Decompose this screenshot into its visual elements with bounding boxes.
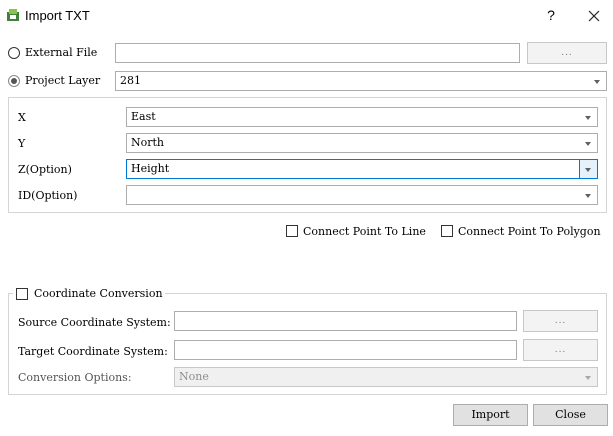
- chevron-down-icon: [585, 168, 591, 172]
- close-button[interactable]: Close: [533, 404, 608, 426]
- external-file-browse-button[interactable]: ...: [527, 42, 607, 64]
- x-value: East: [131, 110, 156, 123]
- conversion-options-label: Conversion Options:: [18, 371, 132, 384]
- conversion-options-select[interactable]: None: [174, 367, 598, 387]
- x-select[interactable]: East: [126, 107, 598, 127]
- id-select[interactable]: [126, 185, 598, 205]
- project-layer-radio[interactable]: [8, 75, 20, 87]
- source-coordinate-input[interactable]: [174, 311, 517, 331]
- chevron-down-icon: [585, 376, 591, 380]
- project-layer-label: Project Layer: [25, 74, 101, 87]
- connect-line-label: Connect Point To Line: [303, 225, 426, 238]
- import-button[interactable]: Import: [453, 404, 528, 426]
- y-label: Y: [18, 137, 26, 150]
- source-coordinate-browse-button[interactable]: ...: [523, 310, 598, 332]
- external-file-radio[interactable]: [8, 47, 20, 59]
- app-icon: [7, 9, 19, 21]
- target-coordinate-label: Target Coordinate System:: [18, 345, 168, 358]
- title-bar: [0, 0, 613, 32]
- coordinate-conversion-title: Coordinate Conversion: [34, 287, 163, 300]
- connect-line-checkbox[interactable]: [286, 225, 298, 237]
- z-value: Height: [131, 162, 170, 175]
- connect-polygon-label: Connect Point To Polygon: [458, 225, 601, 238]
- close-icon[interactable]: [583, 5, 605, 27]
- external-file-label: External File: [25, 46, 98, 59]
- connect-polygon-checkbox[interactable]: [441, 225, 453, 237]
- z-label: Z(Option): [18, 163, 72, 176]
- source-coordinate-label: Source Coordinate System:: [18, 316, 171, 329]
- x-label: X: [18, 111, 26, 124]
- id-label: ID(Option): [18, 189, 78, 202]
- z-select[interactable]: Height: [126, 159, 598, 179]
- y-select[interactable]: North: [126, 133, 598, 153]
- conversion-options-value: None: [179, 370, 209, 383]
- window-title: Import TXT: [25, 8, 90, 23]
- coordinate-conversion-checkbox[interactable]: [16, 288, 28, 300]
- target-coordinate-browse-button[interactable]: ...: [523, 339, 598, 361]
- chevron-down-icon: [585, 194, 591, 198]
- y-value: North: [131, 136, 165, 149]
- chevron-down-icon: [585, 142, 591, 146]
- project-layer-select[interactable]: 281: [115, 71, 607, 91]
- help-button[interactable]: ?: [541, 5, 561, 25]
- external-file-input[interactable]: [115, 43, 520, 63]
- chevron-down-icon: [594, 80, 600, 84]
- target-coordinate-input[interactable]: [174, 340, 517, 360]
- chevron-down-icon: [585, 116, 591, 120]
- project-layer-value: 281: [120, 74, 141, 87]
